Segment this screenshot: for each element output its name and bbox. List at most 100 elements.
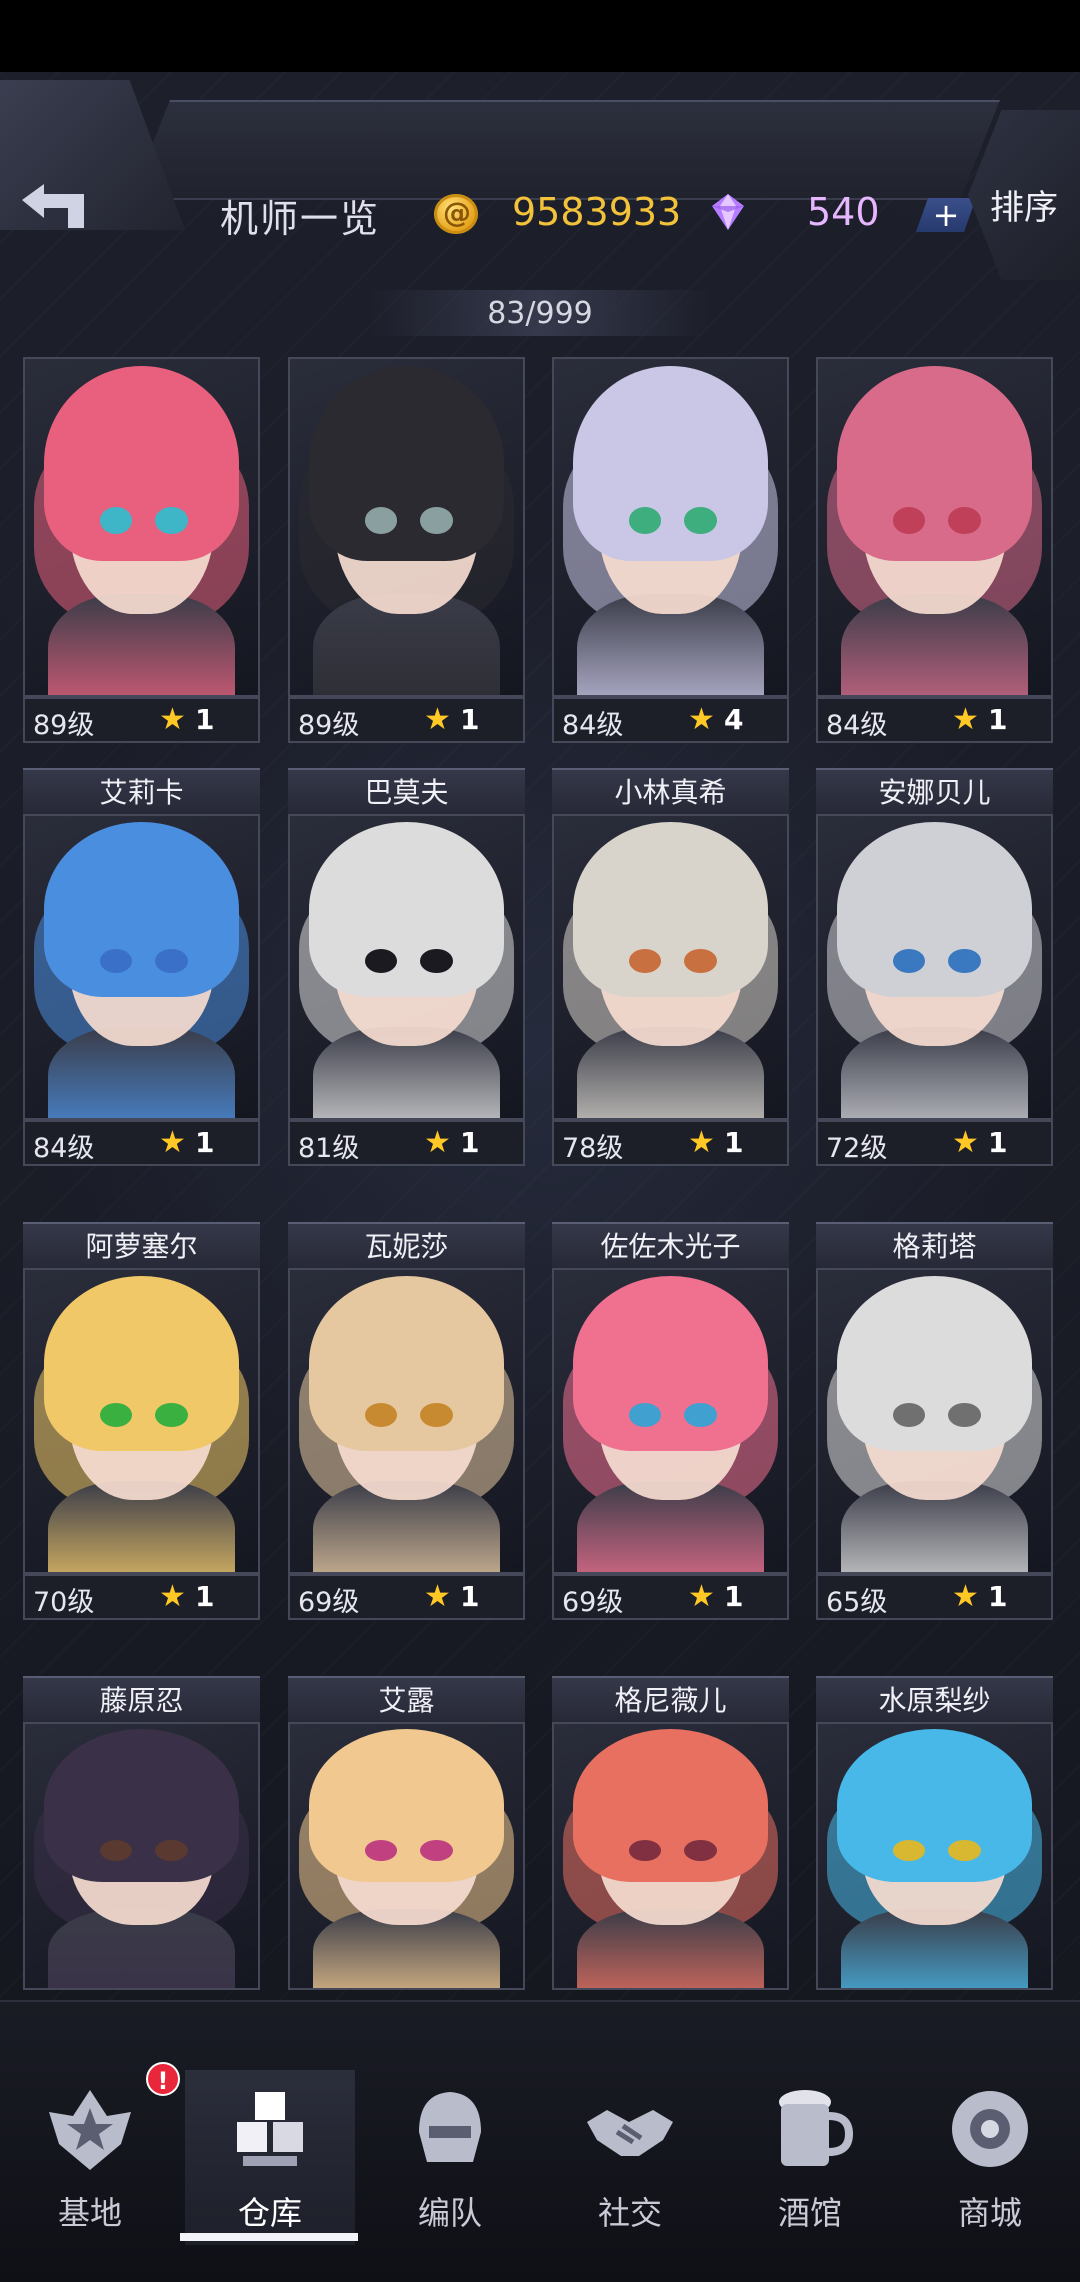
portrait-hair: [572, 1729, 769, 1883]
nav-tab-formation[interactable]: 编队: [365, 2070, 535, 2245]
nav-tab-base[interactable]: 基地: [5, 2070, 175, 2245]
pilot-star-count: 1: [460, 1126, 480, 1159]
portrait-eye: [892, 506, 926, 534]
pilot-card[interactable]: 水原梨纱: [816, 1676, 1053, 1990]
portrait-eye: [155, 948, 189, 974]
pilot-card[interactable]: 安娜贝儿 72级 ★ 1: [816, 768, 1053, 1176]
pilot-card[interactable]: 89级 ★ 1: [288, 345, 525, 753]
portrait-hair: [308, 365, 505, 561]
pilot-card[interactable]: 89级 ★ 1: [23, 345, 260, 753]
pilot-stats-bar: 81级 ★ 1: [288, 1120, 525, 1166]
portrait-hair: [572, 1276, 769, 1452]
pilot-portrait: [288, 814, 525, 1120]
portrait-hair: [308, 1276, 505, 1452]
sort-button[interactable]: 排序: [990, 180, 1058, 229]
nav-label: 仓库: [237, 2194, 302, 2232]
pilot-card[interactable]: 藤原忍: [23, 1676, 260, 1990]
pilot-portrait: [288, 357, 525, 697]
pilot-star-count: 1: [988, 1580, 1008, 1613]
star-icon: ★: [952, 702, 979, 737]
handshake-icon: [587, 2110, 673, 2156]
pilot-star-count: 1: [988, 1126, 1008, 1159]
portrait-hair: [43, 1276, 240, 1452]
pilot-card[interactable]: 84级 ★ 1: [816, 345, 1053, 753]
portrait-eye: [684, 1402, 718, 1428]
pilot-portrait: [552, 814, 789, 1120]
portrait-hair: [572, 822, 769, 998]
pilot-name: 阿萝塞尔: [23, 1222, 260, 1270]
portrait-hair: [836, 365, 1033, 561]
star-icon: ★: [688, 702, 715, 737]
portrait-hair: [43, 365, 240, 561]
base-emblem-icon: [49, 2090, 131, 2170]
gold-amount: 9583933: [512, 190, 682, 234]
pilot-level: 69级: [562, 1587, 624, 1618]
portrait-eye: [420, 948, 454, 974]
pilot-name: 巴莫夫: [288, 768, 525, 816]
pilot-card[interactable]: 格莉塔 65级 ★ 1: [816, 1222, 1053, 1630]
pilot-star-count: 1: [724, 1580, 744, 1613]
pilot-level: 69级: [298, 1587, 360, 1618]
portrait-hair: [308, 1729, 505, 1883]
pilot-card[interactable]: 巴莫夫 81级 ★ 1: [288, 768, 525, 1176]
nav-tab-warehouse[interactable]: 仓库: [185, 2070, 355, 2245]
portrait-eye: [892, 1402, 926, 1428]
pilot-star-count: 1: [195, 1580, 215, 1613]
beer-mug-icon: [779, 2090, 854, 2166]
portrait-eye: [364, 506, 398, 534]
portrait-hair: [836, 1729, 1033, 1883]
pilot-portrait: [816, 814, 1053, 1120]
portrait-eye: [628, 506, 662, 534]
pilot-portrait: [552, 357, 789, 697]
pilot-card[interactable]: 小林真希 78级 ★ 1: [552, 768, 789, 1176]
gem-amount: 540: [807, 190, 880, 234]
pilot-portrait: [816, 357, 1053, 697]
pilot-stats-bar: 89级 ★ 1: [288, 697, 525, 743]
pilot-card[interactable]: 格尼薇儿: [552, 1676, 789, 1990]
pilot-star-count: 1: [724, 1126, 744, 1159]
pilot-stats-bar: 65级 ★ 1: [816, 1574, 1053, 1620]
pilot-card[interactable]: 阿萝塞尔 70级 ★ 1: [23, 1222, 260, 1630]
pilot-name: 佐佐木光子: [552, 1222, 789, 1270]
pilot-card[interactable]: 艾莉卡 84级 ★ 1: [23, 768, 260, 1176]
pilot-name: 水原梨纱: [816, 1676, 1053, 1724]
pilot-portrait: [23, 1268, 260, 1574]
pilot-name: 艾莉卡: [23, 768, 260, 816]
star-icon: ★: [159, 702, 186, 737]
portrait-eye: [684, 948, 718, 974]
pilot-level: 89级: [33, 710, 95, 741]
pilot-portrait: [288, 1722, 525, 1990]
nav-tab-social[interactable]: 社交: [545, 2070, 715, 2245]
pilot-card[interactable]: 瓦妮莎 69级 ★ 1: [288, 1222, 525, 1630]
pilot-name: 安娜贝儿: [816, 768, 1053, 816]
portrait-eye: [948, 1402, 982, 1428]
mech-helmet-icon: [419, 2092, 481, 2162]
portrait-eye: [420, 506, 454, 534]
star-icon: ★: [952, 1579, 979, 1614]
pilot-star-count: 1: [988, 703, 1008, 736]
star-icon: ★: [952, 1125, 979, 1160]
pilot-card[interactable]: 84级 ★ 4: [552, 345, 789, 753]
pilot-name: 瓦妮莎: [288, 1222, 525, 1270]
pilot-star-count: 1: [195, 703, 215, 736]
nav-label: 商城: [957, 2194, 1022, 2232]
pilot-name: 格莉塔: [816, 1222, 1053, 1270]
star-icon: ★: [424, 1125, 451, 1160]
pilot-level: 81级: [298, 1133, 360, 1164]
star-icon: ★: [688, 1125, 715, 1160]
portrait-eye: [99, 506, 133, 534]
pilot-level: 89级: [298, 710, 360, 741]
nav-tab-shop[interactable]: 商城: [905, 2070, 1075, 2245]
pilot-level: 78级: [562, 1133, 624, 1164]
nav-tab-tavern[interactable]: 酒馆: [725, 2070, 895, 2245]
pilot-card[interactable]: 佐佐木光子 69级 ★ 1: [552, 1222, 789, 1630]
alert-badge: !: [146, 2062, 180, 2096]
active-tab-indicator: [180, 2233, 358, 2241]
pilot-name: 小林真希: [552, 768, 789, 816]
pilot-card[interactable]: 艾露: [288, 1676, 525, 1990]
pilot-name: 艾露: [288, 1676, 525, 1724]
portrait-eye: [99, 1402, 133, 1428]
portrait-hair: [43, 1729, 240, 1883]
nav-label: 基地: [57, 2194, 122, 2232]
portrait-eye: [155, 506, 189, 534]
